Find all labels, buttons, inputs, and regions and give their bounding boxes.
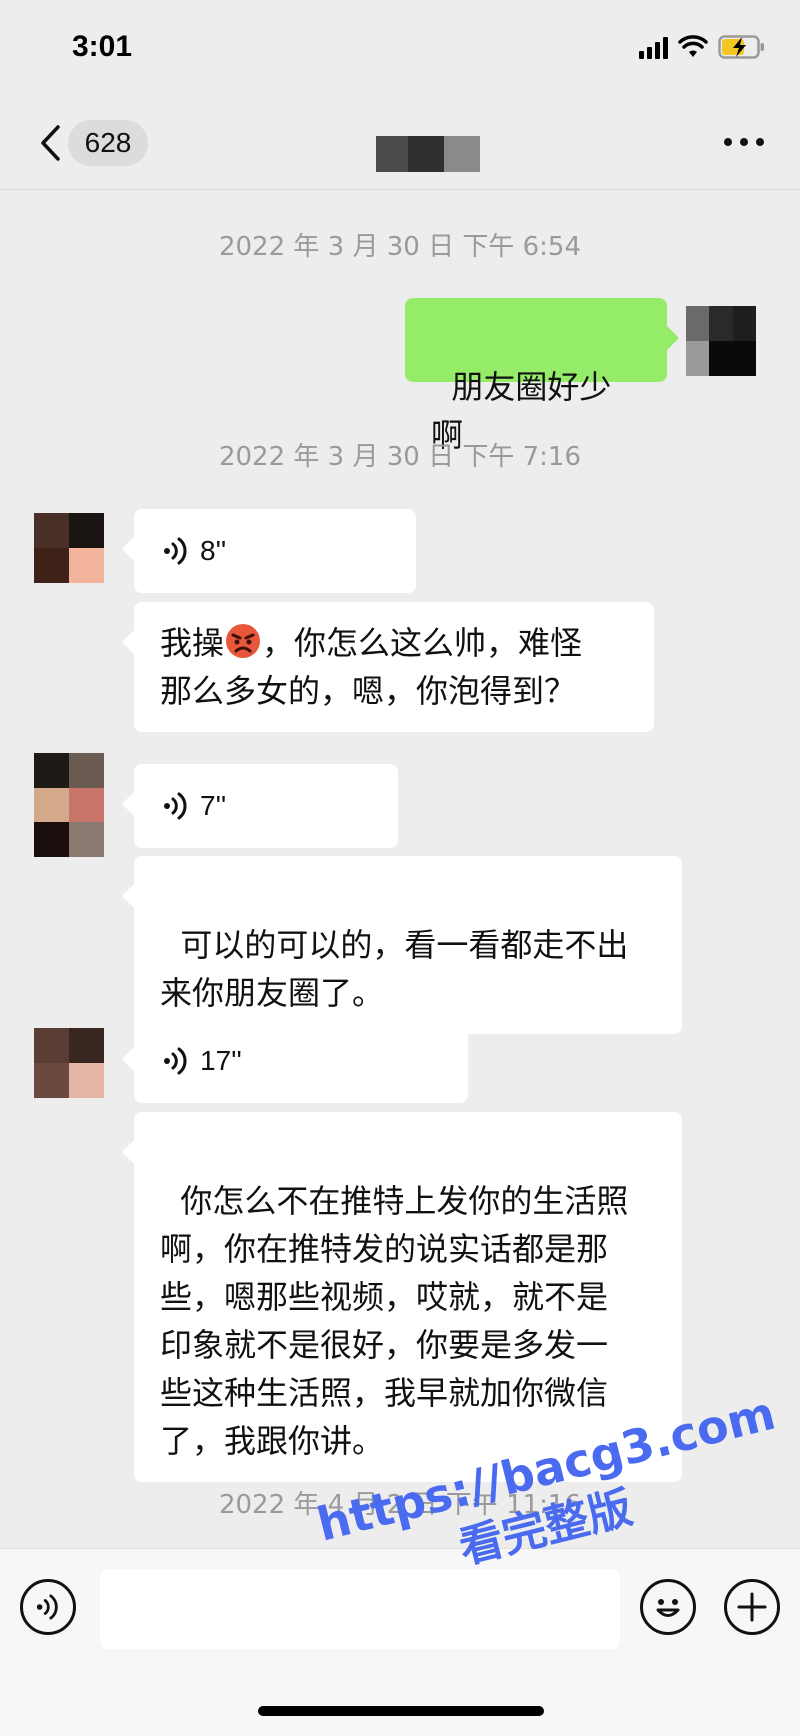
contact-avatar[interactable] bbox=[34, 753, 104, 857]
timestamp: 2022 年 3 月 30 日 下午 7:16 bbox=[218, 442, 582, 472]
contact-name-pixelated bbox=[376, 136, 480, 172]
voice-message-bubble[interactable]: 8'' bbox=[122, 509, 416, 593]
voice-wave-icon bbox=[164, 537, 187, 565]
voice-wave-icon bbox=[164, 792, 187, 820]
incoming-message-bubble[interactable]: 我操 ，你怎么这么帅，难怪 那么多女的，嗯，你泡得到？ bbox=[122, 602, 654, 732]
plus-icon bbox=[737, 1592, 767, 1622]
status-bar: 3:01 bbox=[0, 0, 800, 100]
cellular-signal-icon bbox=[639, 35, 668, 59]
voice-message-bubble[interactable]: 17'' bbox=[122, 1019, 468, 1103]
smiley-face-icon bbox=[656, 1599, 680, 1617]
more-options-button[interactable] bbox=[724, 130, 764, 154]
more-functions-button[interactable] bbox=[724, 1579, 780, 1635]
message-input[interactable] bbox=[100, 1569, 620, 1649]
message-text: 你怎么不在推特上发你的生活照 啊，你在推特发的说实话都是那 些，嗯那些视频，哎就… bbox=[160, 1182, 629, 1460]
unread-count-badge[interactable]: 628 bbox=[68, 120, 148, 166]
home-indicator bbox=[258, 1706, 544, 1716]
voice-duration: 17'' bbox=[200, 1045, 242, 1076]
voice-wave-icon bbox=[36, 1594, 58, 1620]
my-avatar[interactable] bbox=[686, 306, 756, 376]
angry-face-emoji-icon bbox=[224, 622, 262, 660]
battery-charging-icon bbox=[718, 34, 766, 60]
chat-header: 628 bbox=[0, 100, 800, 190]
message-text: 我操 bbox=[160, 624, 225, 662]
voice-wave-icon bbox=[164, 1047, 187, 1075]
voice-duration: 7'' bbox=[200, 790, 227, 821]
emoji-button[interactable] bbox=[640, 1579, 696, 1635]
message-text: 可以的可以的，看一看都走不出 来你朋友圈了。 bbox=[160, 926, 629, 1012]
contact-avatar[interactable] bbox=[34, 513, 104, 583]
incoming-message-bubble[interactable]: 你怎么不在推特上发你的生活照 啊，你在推特发的说实话都是那 些，嗯那些视频，哎就… bbox=[122, 1112, 682, 1482]
chevron-left-icon bbox=[41, 125, 60, 161]
timestamp: 2022 年 4 月 2 日 下午 11:16 bbox=[218, 1490, 582, 1520]
incoming-message-bubble[interactable]: 可以的可以的，看一看都走不出 来你朋友圈了。 bbox=[122, 856, 682, 1034]
wifi-icon bbox=[678, 35, 708, 59]
timestamp: 2022 年 3 月 30 日 下午 6:54 bbox=[218, 232, 582, 262]
status-icons bbox=[639, 34, 766, 60]
voice-input-button[interactable] bbox=[20, 1579, 76, 1635]
outgoing-message-bubble[interactable]: 朋友圈好少啊 bbox=[405, 298, 679, 454]
voice-duration: 8'' bbox=[200, 535, 227, 566]
back-button[interactable] bbox=[28, 118, 72, 168]
status-time: 3:01 bbox=[72, 30, 133, 63]
contact-avatar[interactable] bbox=[34, 1028, 104, 1098]
voice-message-bubble[interactable]: 7'' bbox=[122, 764, 398, 848]
